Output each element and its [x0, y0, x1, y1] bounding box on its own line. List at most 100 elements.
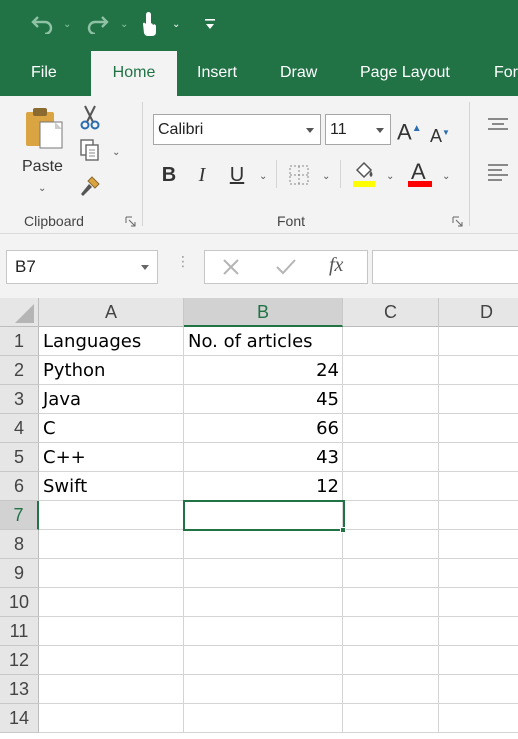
row-header[interactable]: 3: [0, 385, 39, 414]
cell-a5[interactable]: C++: [39, 443, 184, 472]
cell-c11[interactable]: [343, 617, 439, 646]
cell-c2[interactable]: [343, 356, 439, 385]
cell-b5[interactable]: 43: [184, 443, 343, 472]
enter-icon[interactable]: [275, 257, 297, 282]
font-size-box[interactable]: 11: [325, 114, 391, 145]
cell-a4[interactable]: C: [39, 414, 184, 443]
undo-icon[interactable]: [30, 12, 54, 36]
copy-icon[interactable]: [78, 138, 102, 162]
row-header[interactable]: 12: [0, 646, 39, 675]
cell-b6[interactable]: 12: [184, 472, 343, 501]
align-top-icon[interactable]: [486, 114, 510, 134]
cell-b10[interactable]: [184, 588, 343, 617]
cell-d13[interactable]: [439, 675, 518, 704]
worksheet-grid[interactable]: A B C D 1 2 3 4 5 6 7 8 9 10 11 12 13 14…: [0, 298, 518, 739]
active-cell-selection[interactable]: [183, 500, 345, 531]
redo-icon[interactable]: [86, 12, 110, 36]
cell-a3[interactable]: Java: [39, 385, 184, 414]
cell-b3[interactable]: 45: [184, 385, 343, 414]
column-header-a[interactable]: A: [39, 298, 184, 327]
borders-icon[interactable]: [288, 164, 310, 186]
cell-c9[interactable]: [343, 559, 439, 588]
cell-d3[interactable]: [439, 385, 518, 414]
column-header-c[interactable]: C: [343, 298, 439, 327]
font-name-dropdown-icon[interactable]: [306, 128, 314, 133]
cell-d2[interactable]: [439, 356, 518, 385]
fill-color-icon[interactable]: [352, 160, 376, 188]
cell-c10[interactable]: [343, 588, 439, 617]
cell-c13[interactable]: [343, 675, 439, 704]
cell-c8[interactable]: [343, 530, 439, 559]
cell-d11[interactable]: [439, 617, 518, 646]
cancel-icon[interactable]: [221, 257, 241, 282]
underline-button[interactable]: U: [226, 163, 248, 187]
italic-button[interactable]: I: [192, 163, 212, 187]
bold-button[interactable]: B: [158, 163, 180, 187]
cell-a11[interactable]: [39, 617, 184, 646]
tab-draw[interactable]: Draw: [280, 50, 317, 96]
cell-c6[interactable]: [343, 472, 439, 501]
font-size-dropdown-icon[interactable]: [376, 128, 384, 133]
cell-c4[interactable]: [343, 414, 439, 443]
tab-formulas[interactable]: For: [494, 50, 518, 96]
cell-d8[interactable]: [439, 530, 518, 559]
cell-d5[interactable]: [439, 443, 518, 472]
cell-b11[interactable]: [184, 617, 343, 646]
grow-font-icon[interactable]: A▲: [397, 117, 422, 144]
borders-dropdown-icon[interactable]: ⌄: [322, 172, 330, 182]
row-header[interactable]: 8: [0, 530, 39, 559]
fill-handle[interactable]: [340, 527, 346, 533]
name-box-dropdown-icon[interactable]: [141, 265, 149, 270]
cell-d14[interactable]: [439, 704, 518, 733]
insert-function-icon[interactable]: fx: [329, 254, 343, 277]
cell-a10[interactable]: [39, 588, 184, 617]
cell-a1[interactable]: Languages: [39, 327, 184, 356]
column-header-b[interactable]: B: [184, 298, 343, 327]
cell-b1[interactable]: No. of articles: [184, 327, 343, 356]
tab-file[interactable]: File: [31, 50, 57, 96]
row-header[interactable]: 7: [0, 501, 39, 530]
cell-c5[interactable]: [343, 443, 439, 472]
paste-icon[interactable]: [22, 104, 66, 149]
cell-a13[interactable]: [39, 675, 184, 704]
cell-c14[interactable]: [343, 704, 439, 733]
font-color-icon[interactable]: A: [408, 160, 432, 188]
paste-label[interactable]: Paste: [22, 158, 63, 176]
tab-page-layout[interactable]: Page Layout: [360, 50, 450, 96]
undo-dropdown-icon[interactable]: ⌄: [63, 20, 71, 30]
row-header[interactable]: 13: [0, 675, 39, 704]
fill-color-dropdown-icon[interactable]: ⌄: [386, 172, 394, 182]
cell-d4[interactable]: [439, 414, 518, 443]
row-header[interactable]: 1: [0, 327, 39, 356]
row-header[interactable]: 11: [0, 617, 39, 646]
name-box[interactable]: B7: [6, 250, 158, 284]
clipboard-launcher-icon[interactable]: [125, 214, 136, 227]
cell-a9[interactable]: [39, 559, 184, 588]
formula-bar-grip-icon[interactable]: ⋮: [176, 254, 190, 268]
copy-dropdown-icon[interactable]: ⌄: [112, 148, 120, 158]
tab-home[interactable]: Home: [91, 51, 177, 96]
cell-b13[interactable]: [184, 675, 343, 704]
cell-b12[interactable]: [184, 646, 343, 675]
touch-mode-icon[interactable]: [140, 11, 160, 36]
cell-d1[interactable]: [439, 327, 518, 356]
cell-d7[interactable]: [439, 501, 518, 530]
cell-c1[interactable]: [343, 327, 439, 356]
cell-b14[interactable]: [184, 704, 343, 733]
font-name-box[interactable]: Calibri: [153, 114, 321, 145]
row-header[interactable]: 2: [0, 356, 39, 385]
font-launcher-icon[interactable]: [452, 214, 463, 227]
underline-dropdown-icon[interactable]: ⌄: [259, 172, 267, 182]
cell-d6[interactable]: [439, 472, 518, 501]
cell-d12[interactable]: [439, 646, 518, 675]
row-header[interactable]: 14: [0, 704, 39, 733]
format-painter-icon[interactable]: [78, 174, 102, 198]
row-header[interactable]: 4: [0, 414, 39, 443]
cell-b8[interactable]: [184, 530, 343, 559]
tab-insert[interactable]: Insert: [197, 50, 237, 96]
row-header[interactable]: 6: [0, 472, 39, 501]
align-left-icon[interactable]: [486, 162, 510, 184]
row-header[interactable]: 5: [0, 443, 39, 472]
font-color-dropdown-icon[interactable]: ⌄: [442, 172, 450, 182]
select-all-button[interactable]: [0, 298, 39, 327]
